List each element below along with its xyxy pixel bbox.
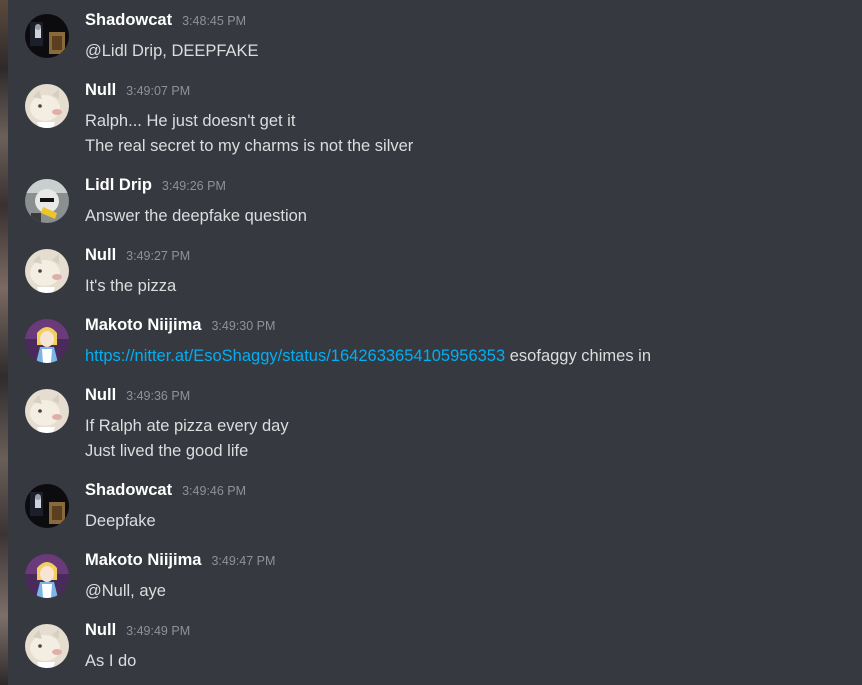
author-name[interactable]: Lidl Drip — [85, 176, 152, 194]
null-avatar[interactable] — [25, 389, 69, 433]
message-text: The real secret to my charms is not the … — [85, 137, 414, 155]
message-text: Ralph... He just doesn't get it — [85, 112, 296, 130]
timestamp: 3:49:49 PM — [126, 624, 191, 638]
message-text: Just lived the good life — [85, 442, 249, 460]
timestamp: 3:48:45 PM — [182, 14, 247, 28]
timestamp: 3:49:46 PM — [182, 484, 247, 498]
makoto-avatar[interactable] — [25, 319, 69, 363]
message-text: Deepfake — [85, 512, 156, 530]
null-avatar[interactable] — [25, 249, 69, 293]
author-name[interactable]: Null — [85, 386, 116, 404]
author-name[interactable]: Null — [85, 246, 116, 264]
timestamp: 3:49:36 PM — [126, 389, 191, 403]
timestamp: 3:49:47 PM — [211, 554, 276, 568]
author-name[interactable]: Shadowcat — [85, 481, 172, 499]
message-text: If Ralph ate pizza every day — [85, 417, 289, 435]
makoto-avatar[interactable] — [25, 554, 69, 598]
message-text: It's the pizza — [85, 277, 177, 295]
lidl-drip-avatar[interactable] — [25, 179, 69, 223]
author-name[interactable]: Makoto Niijima — [85, 551, 201, 569]
null-avatar[interactable] — [25, 84, 69, 128]
message-text: Answer the deepfake question — [85, 207, 307, 225]
message-text: As I do — [85, 652, 137, 670]
timestamp: 3:49:07 PM — [126, 84, 191, 98]
message-text: @Null, aye — [85, 582, 166, 600]
timestamp: 3:49:27 PM — [126, 249, 191, 263]
author-name[interactable]: Shadowcat — [85, 11, 172, 29]
null-avatar[interactable] — [25, 624, 69, 668]
timestamp: 3:49:26 PM — [161, 179, 226, 193]
message-text: @Lidl Drip, DEEPFAKE — [85, 42, 259, 60]
shadowcat-avatar[interactable] — [25, 484, 69, 528]
background-strip — [0, 0, 8, 685]
author-name[interactable]: Null — [85, 81, 116, 99]
author-name[interactable]: Makoto Niijima — [85, 316, 201, 334]
timestamp: 3:49:30 PM — [211, 319, 276, 333]
shadowcat-avatar[interactable] — [25, 14, 69, 58]
author-name[interactable]: Null — [85, 621, 116, 639]
message-text-suffix: esofaggy chimes in — [505, 347, 651, 365]
message-link[interactable]: https://nitter.at/EsoShaggy/status/16426… — [85, 347, 505, 365]
message-text: https://nitter.at/EsoShaggy/status/16426… — [85, 347, 651, 366]
